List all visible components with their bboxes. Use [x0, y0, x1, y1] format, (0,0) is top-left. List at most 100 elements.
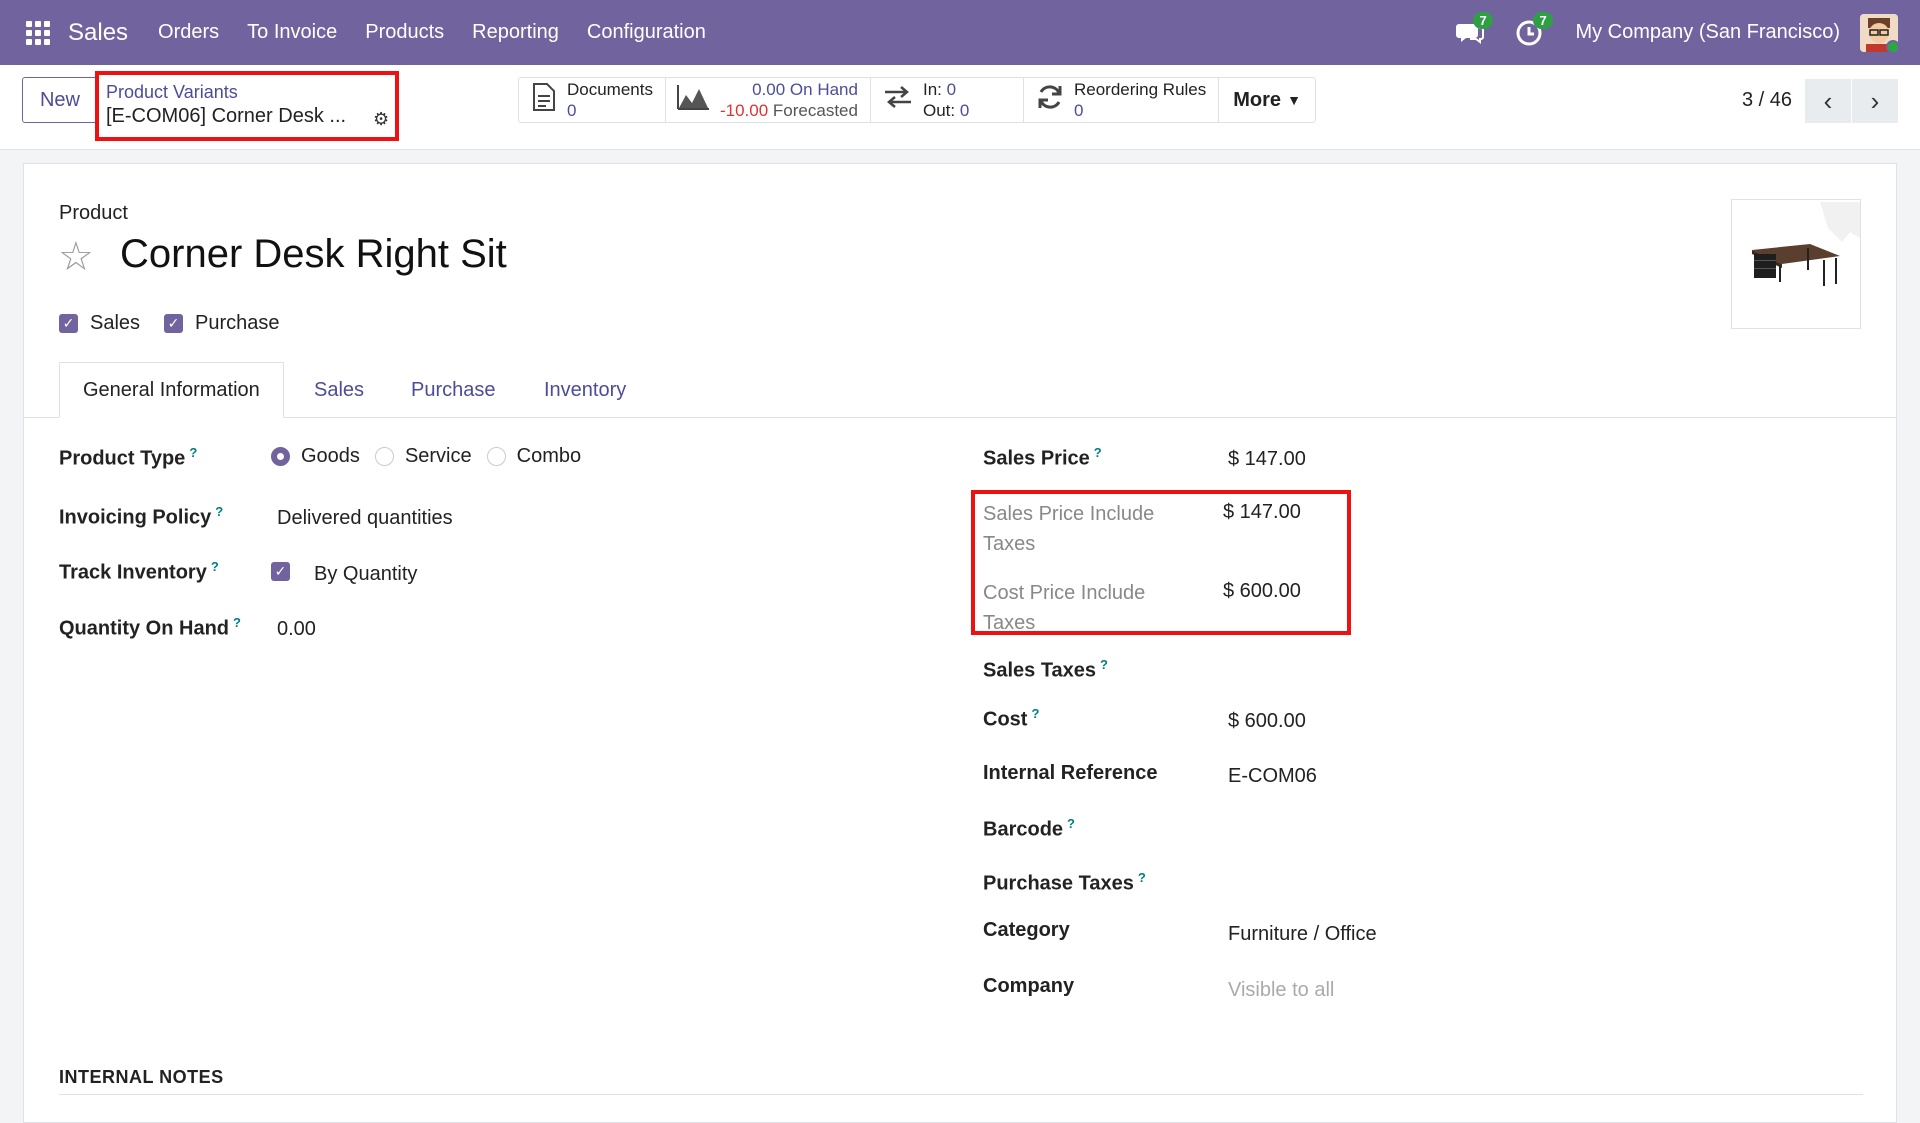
radio-service-label: Service	[404, 445, 472, 467]
menu-orders[interactable]: Orders	[158, 21, 219, 44]
internal-reference-label: Internal Reference	[983, 762, 1158, 784]
sales-price-label: Sales Price?	[983, 445, 1102, 470]
category-value[interactable]: Furniture / Office	[1228, 923, 1377, 946]
out-value: 0	[959, 101, 970, 120]
favorite-star-icon[interactable]: ☆	[58, 234, 94, 280]
radio-combo-label: Combo	[516, 445, 582, 467]
breadcrumb-highlight-box: Product Variants [E-COM06] Corner Desk .…	[95, 71, 399, 141]
internal-notes-heading: INTERNAL NOTES	[59, 1067, 224, 1087]
tab-general-information[interactable]: General Information	[59, 362, 284, 418]
tab-purchase[interactable]: Purchase	[411, 362, 496, 418]
barcode-label: Barcode?	[983, 816, 1075, 841]
cost-price-incl-taxes-label: Cost Price Include Taxes	[983, 582, 1146, 634]
apps-grid-icon[interactable]	[26, 20, 50, 45]
online-status-dot	[1886, 39, 1898, 52]
purchase-taxes-label: Purchase Taxes?	[983, 870, 1146, 895]
sales-price-value[interactable]: $ 147.00	[1228, 448, 1306, 471]
track-inventory-value[interactable]: By Quantity	[314, 563, 417, 586]
cost-value[interactable]: $ 600.00	[1228, 710, 1306, 733]
area-chart-icon	[676, 83, 710, 118]
breadcrumb-parent-link[interactable]: Product Variants	[106, 82, 238, 103]
product-name[interactable]: Corner Desk Right Sit	[120, 232, 507, 277]
breadcrumb-current: [E-COM06] Corner Desk ...	[106, 105, 347, 127]
invoicing-policy-label: Invoicing Policy?	[59, 504, 224, 529]
purchase-taxes-field[interactable]	[1228, 870, 1808, 896]
documents-label: Documents	[567, 80, 653, 99]
on-hand-value: 0.00	[752, 80, 786, 99]
internal-notes-divider	[59, 1094, 1863, 1095]
menu-to-invoice[interactable]: To Invoice	[247, 21, 337, 44]
sales-checkbox[interactable]: ✓	[59, 314, 78, 333]
in-value: 0	[946, 80, 957, 99]
activities-clock-icon[interactable]: 7	[1515, 11, 1553, 48]
documents-smart-button[interactable]: Documents 0	[519, 78, 666, 122]
forecast-value: -10.00	[719, 101, 769, 120]
gear-icon[interactable]: ⚙	[373, 109, 389, 130]
menu-configuration[interactable]: Configuration	[587, 21, 706, 44]
chevron-left-icon: ‹	[1823, 85, 1833, 116]
radio-service[interactable]	[374, 447, 394, 466]
purchase-checkbox[interactable]: ✓	[164, 314, 184, 333]
new-button[interactable]: New	[22, 77, 98, 123]
control-panel: New Product Variants [E-COM06] Corner De…	[0, 65, 1920, 150]
menu-reporting[interactable]: Reporting	[472, 21, 559, 44]
product-type-radio-group: Goods Service Combo	[271, 445, 596, 468]
product-type-label: Product Type?	[59, 445, 198, 470]
caret-down-icon: ▼	[1287, 92, 1301, 108]
on-hand-smart-button[interactable]: 0.00 On Hand -10.00 Forecasted	[666, 78, 871, 122]
pager-previous-button[interactable]: ‹	[1805, 79, 1851, 123]
more-label: More	[1233, 88, 1282, 111]
user-avatar[interactable]	[1860, 13, 1898, 52]
on-hand-label: On Hand	[789, 80, 858, 99]
cost-label: Cost?	[983, 706, 1040, 731]
tab-sales[interactable]: Sales	[314, 362, 364, 418]
quantity-on-hand-value[interactable]: 0.00	[277, 618, 316, 641]
tab-inventory[interactable]: Inventory	[544, 362, 626, 418]
company-switcher[interactable]: My Company (San Francisco)	[1575, 21, 1840, 44]
documents-count: 0	[567, 101, 577, 120]
sales-taxes-label: Sales Taxes?	[983, 657, 1108, 682]
transfer-arrows-icon	[883, 84, 913, 117]
radio-goods-label: Goods	[301, 445, 360, 467]
company-field[interactable]: Visible to all	[1228, 979, 1334, 1002]
barcode-field[interactable]	[1228, 816, 1808, 842]
activities-badge: 7	[1533, 11, 1553, 29]
invoicing-policy-value[interactable]: Delivered quantities	[277, 507, 453, 530]
reordering-rules-smart-button[interactable]: Reordering Rules 0	[1024, 78, 1220, 122]
track-inventory-checkbox[interactable]: ✓	[271, 562, 290, 581]
sales-price-incl-taxes-label: Sales Price Include Taxes	[983, 503, 1155, 555]
form-sheet: Product ☆ Corner Desk Right Sit ✓ Sales …	[23, 163, 1897, 1123]
in-label: In:	[922, 80, 942, 99]
chevron-right-icon: ›	[1870, 85, 1880, 116]
pager-value[interactable]: 3 / 46	[1742, 89, 1792, 112]
reordering-label: Reordering Rules	[1073, 80, 1207, 99]
radio-goods[interactable]	[271, 447, 290, 466]
form-tabs: General Information Sales Purchase Inven…	[24, 362, 1896, 418]
more-dropdown[interactable]: More ▼	[1219, 78, 1315, 122]
purchase-checkbox-label: Purchase	[195, 312, 280, 334]
in-out-smart-button[interactable]: In: 0 Out: 0	[871, 78, 1024, 122]
track-inventory-label: Track Inventory?	[59, 559, 219, 584]
sales-taxes-field[interactable]	[1228, 657, 1808, 683]
menu-products[interactable]: Products	[365, 21, 444, 44]
refresh-icon	[1036, 83, 1064, 118]
reordering-count: 0	[1073, 101, 1084, 120]
radio-combo[interactable]	[486, 447, 506, 466]
smart-buttons: Documents 0 0.00 On Hand -10.00 Forecast…	[518, 77, 1316, 123]
quantity-on-hand-label: Quantity On Hand?	[59, 615, 241, 640]
forecast-label: Forecasted	[772, 101, 858, 120]
company-label: Company	[983, 975, 1075, 997]
top-navbar: Sales Orders To Invoice Products Reporti…	[0, 0, 1920, 65]
app-name[interactable]: Sales	[68, 19, 128, 47]
document-icon	[531, 82, 557, 119]
sales-checkbox-label: Sales	[90, 312, 141, 334]
pager-next-button[interactable]: ›	[1852, 79, 1898, 123]
messages-icon[interactable]: 7	[1455, 11, 1493, 48]
messages-badge: 7	[1473, 11, 1493, 29]
product-type-heading: Product	[59, 202, 128, 224]
product-image[interactable]	[1731, 199, 1861, 329]
internal-reference-value[interactable]: E-COM06	[1228, 765, 1317, 788]
out-label: Out:	[922, 101, 956, 120]
category-label: Category	[983, 919, 1070, 941]
sales-price-incl-taxes-value: $ 147.00	[1223, 501, 1301, 523]
